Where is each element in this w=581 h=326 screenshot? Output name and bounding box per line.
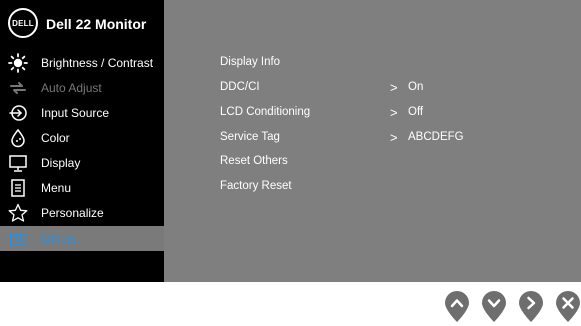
osd-header: DELL Dell 22 Monitor [0, 0, 164, 48]
submenu-panel: Display Info DDC/CI > On LCD Conditionin… [164, 0, 581, 282]
option-ddc-ci[interactable]: DDC/CI > On [220, 77, 560, 97]
down-button[interactable] [481, 290, 507, 323]
option-value: ABCDEFG [408, 131, 464, 143]
option-factory-reset[interactable]: Factory Reset [220, 176, 560, 196]
color-icon [8, 128, 28, 148]
option-label: Reset Others [220, 155, 288, 167]
sidebar-item-input-source[interactable]: Input Source [0, 100, 164, 125]
sidebar-item-personalize[interactable]: Personalize [0, 200, 164, 225]
exit-button[interactable] [555, 290, 581, 323]
up-button[interactable] [444, 290, 470, 323]
monitor-model-title: Dell 22 Monitor [46, 16, 147, 32]
menu-icon [8, 178, 28, 198]
option-value: On [408, 81, 424, 93]
sidebar-item-auto-adjust[interactable]: Auto Adjust [0, 75, 164, 100]
sidebar-item-brightness-contrast[interactable]: Brightness / Contrast [0, 50, 164, 75]
option-lcd-conditioning[interactable]: LCD Conditioning > Off [220, 102, 560, 122]
chevron-right-icon: > [390, 104, 398, 120]
star-icon [8, 203, 28, 223]
option-reset-others[interactable]: Reset Others [220, 151, 560, 171]
auto-adjust-icon [8, 78, 28, 98]
sidebar-item-menu[interactable]: Menu [0, 175, 164, 200]
sidebar-item-display[interactable]: Display [0, 150, 164, 175]
right-button[interactable] [518, 290, 544, 323]
option-label: LCD Conditioning [220, 106, 311, 118]
sidebar: DELL Dell 22 Monitor Brightness / Contra… [0, 0, 164, 282]
sidebar-item-color[interactable]: Color [0, 125, 164, 150]
display-icon [8, 153, 28, 173]
sidebar-item-label: Input Source [41, 105, 110, 120]
option-display-info[interactable]: Display Info [220, 52, 560, 72]
option-label: Service Tag [220, 131, 280, 143]
osd-button-bar [444, 290, 581, 324]
sidebar-item-label: Auto Adjust [41, 80, 102, 95]
sidebar-item-label: Others [41, 231, 78, 246]
sidebar-item-label: Menu [41, 180, 72, 195]
option-service-tag[interactable]: Service Tag > ABCDEFG [220, 127, 560, 147]
sidebar-item-label: Personalize [41, 205, 104, 220]
sidebar-item-label: Display [41, 155, 81, 170]
sidebar-item-label: Brightness / Contrast [41, 55, 154, 70]
sidebar-item-others[interactable]: Others [0, 226, 164, 251]
option-label: DDC/CI [220, 81, 260, 93]
chevron-right-icon: > [390, 129, 398, 145]
option-label: Factory Reset [220, 180, 292, 192]
brightness-icon [8, 52, 28, 73]
monitor-osd: DELL Dell 22 Monitor Brightness / Contra… [0, 0, 581, 282]
input-source-icon [8, 103, 28, 123]
option-label: Display Info [220, 56, 281, 68]
others-icon [8, 229, 28, 249]
sidebar-item-label: Color [41, 130, 70, 145]
dell-logo: DELL [8, 8, 38, 38]
chevron-right-icon: > [390, 79, 398, 95]
option-value: Off [408, 106, 424, 118]
